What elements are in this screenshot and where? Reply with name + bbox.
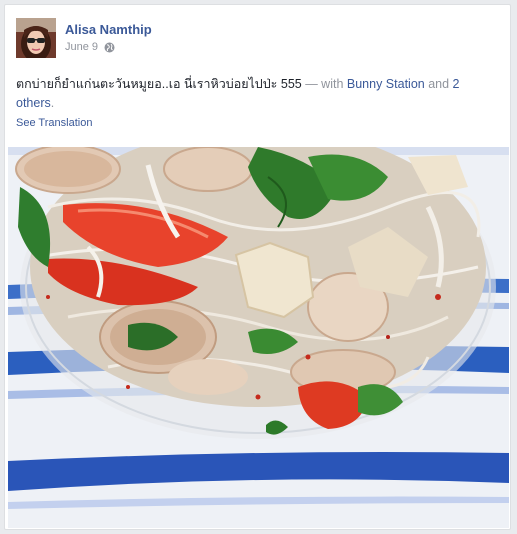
sentence-end: .: [50, 96, 55, 110]
post-meta: June 9: [65, 41, 115, 53]
and-connector: and: [424, 77, 453, 91]
post-text: ตกบ่ายก็ยำแก่นตะวันหมูยอ..เอ นี่เราหิวบ่…: [16, 75, 486, 113]
see-translation-link[interactable]: See Translation: [16, 117, 92, 129]
post-photo[interactable]: [8, 147, 509, 528]
post-date[interactable]: June 9: [65, 41, 98, 53]
tagged-person-link[interactable]: Bunny Station: [347, 77, 425, 91]
author-name[interactable]: Alisa Namthip: [65, 22, 152, 37]
with-connector: — with: [301, 77, 347, 91]
post-message: ตกบ่ายก็ยำแก่นตะวันหมูยอ..เอ นี่เราหิวบ่…: [16, 77, 302, 91]
globe-icon[interactable]: [104, 42, 115, 53]
avatar[interactable]: [16, 18, 56, 58]
post-card: Alisa Namthip June 9 ตกบ่ายก็ยำแก่นตะวัน…: [4, 4, 511, 530]
